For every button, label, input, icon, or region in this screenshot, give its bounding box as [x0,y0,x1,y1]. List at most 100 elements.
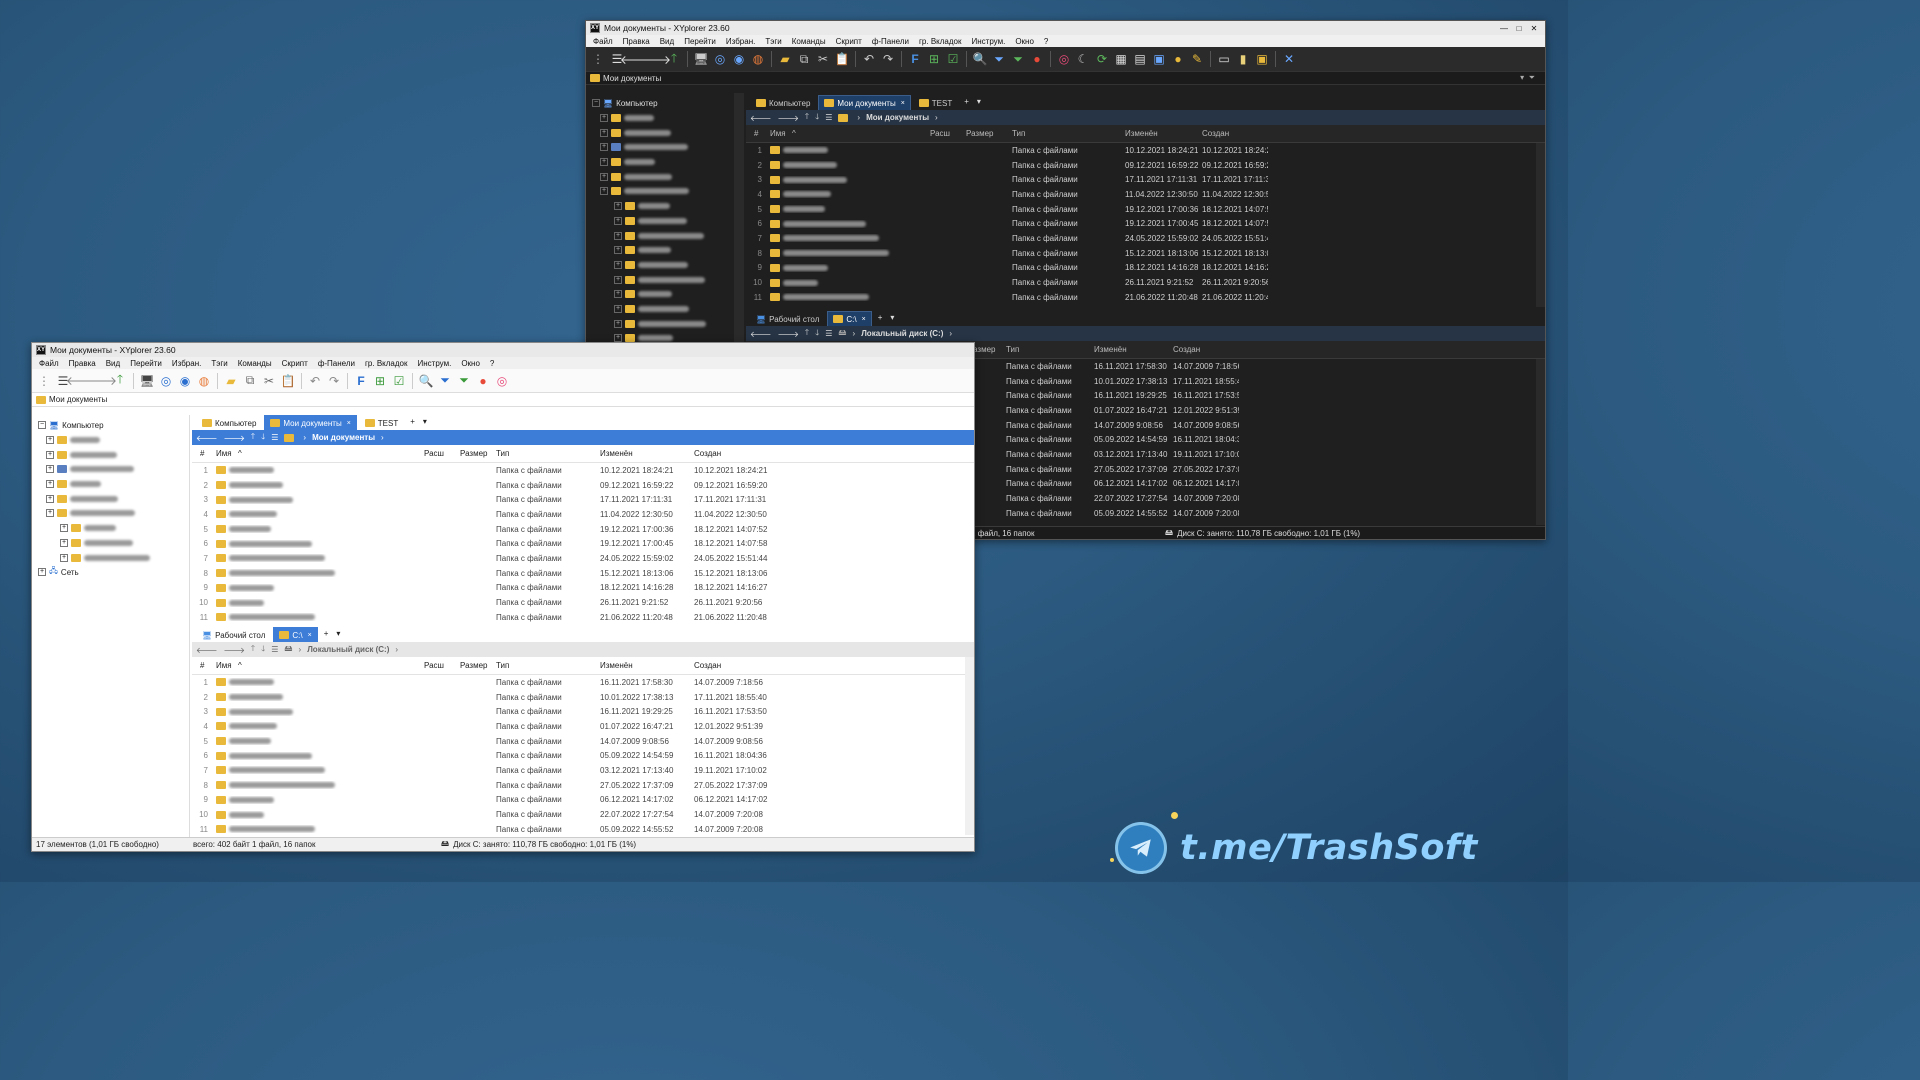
tree-toggle-icon[interactable]: ⊞ [926,51,942,67]
column-type[interactable]: Тип [492,661,596,670]
copy-icon[interactable]: ⧉ [242,373,258,389]
up-icon[interactable]: 🡑 [251,431,255,445]
tree-item[interactable]: + [592,287,742,302]
tree-item[interactable]: + [38,506,189,521]
expand-icon[interactable]: + [614,231,622,240]
expand-icon[interactable]: + [614,246,622,255]
note-icon[interactable]: ▮ [1235,51,1251,67]
checkbox-icon[interactable]: ☑ [945,51,961,67]
tab-item[interactable]: C:\ × [273,627,318,642]
table-row[interactable]: 1 Папка с файлами 10.12.2021 18:24:21 10.12… [192,463,974,478]
tree-item[interactable]: + [592,169,742,184]
tree-item[interactable]: + [38,447,189,462]
tree-item[interactable]: + [38,433,189,448]
breadcrumb-item[interactable]: Локальный диск (C:) [307,645,389,654]
breadcrumb-item[interactable]: Мои документы [866,113,929,122]
tab-item[interactable]: Мои документы × [264,415,357,430]
back-icon[interactable]: 🡐 [750,329,771,339]
up-icon[interactable]: 🡑 [805,327,809,341]
column-created[interactable]: Создан [1198,129,1268,138]
brush-icon[interactable]: ✎ [1189,51,1205,67]
table-row[interactable]: 11 Папка с файлами 21.06.2022 11:20:48 21.0… [746,290,1545,305]
column-num[interactable]: # [746,129,766,138]
find-icon[interactable]: ◉ [177,373,193,389]
menu-item[interactable]: Правка [64,359,101,368]
down-icon[interactable]: 🡓 [815,111,819,125]
file-list[interactable]: 1 Папка с файлами 16.11.2021 17:58:30 14.07… [192,675,974,835]
down-icon[interactable]: 🡓 [261,431,265,445]
menu-item[interactable]: гр. Вкладок [360,359,412,368]
record-icon[interactable]: ◍ [196,373,212,389]
minimize-icon[interactable]: — [1497,23,1511,34]
expand-icon[interactable]: + [600,172,608,181]
expand-icon[interactable]: + [600,158,608,167]
menu-item[interactable]: Избран. [167,359,206,368]
computer-icon[interactable]: 🖥 [693,51,709,67]
tree-item[interactable]: + [592,111,742,126]
column-modified[interactable]: Изменён [596,661,690,670]
tab-item[interactable]: Компьютер [750,95,816,110]
paste-icon[interactable]: 📋 [834,51,850,67]
column-type[interactable]: Тип [1008,129,1121,138]
menu-item[interactable]: Избран. [721,37,760,46]
file-list[interactable]: 1 Папка с файлами 10.12.2021 18:24:21 10.12… [192,463,974,623]
expand-icon[interactable]: + [46,436,54,445]
tree-item-computer[interactable]: − 🖥 Компьютер [592,96,742,111]
table-row[interactable]: 1 Папка с файлами 10.12.2021 18:24:21 10.12… [746,143,1545,158]
tag-icon[interactable]: ● [1029,51,1045,67]
cut-icon[interactable]: ✂ [261,373,277,389]
table-row[interactable]: 11 Папка с файлами 21.06.2022 11:20:48 21.0… [192,610,974,623]
up-icon[interactable]: 🡑 [112,372,128,389]
column-created[interactable]: Создан [1169,345,1239,354]
title-bar[interactable]: XY Мои документы - XYplorer 23.60 [32,343,974,357]
find-icon[interactable]: ◉ [731,51,747,67]
tab-list-icon[interactable]: ▾ [334,629,342,638]
expand-icon[interactable]: + [38,568,46,577]
menu-item[interactable]: ф-Панели [313,359,360,368]
column-size[interactable]: Размер [456,661,492,670]
tree-item[interactable]: + [592,140,742,155]
expand-icon[interactable]: + [614,260,622,269]
tools-icon[interactable]: ✕ [1281,51,1297,67]
table-row[interactable]: 3 Папка с файлами 16.11.2021 19:29:25 16.11… [192,704,974,719]
record-icon[interactable]: ◍ [750,51,766,67]
forward-icon[interactable]: 🡒 [777,329,798,339]
table-row[interactable]: 7 Папка с файлами 24.05.2022 15:59:02 24.05… [192,551,974,566]
tree-item[interactable]: + [592,228,742,243]
table-row[interactable]: 4 Папка с файлами 11.04.2022 12:30:50 11.04… [192,507,974,522]
target-icon[interactable]: ◎ [158,373,174,389]
column-created[interactable]: Создан [690,661,780,670]
table-row[interactable]: 9 Папка с файлами 06.12.2021 14:17:02 06.12… [192,793,974,808]
tab-item[interactable]: TEST [359,415,404,430]
redo-icon[interactable]: ↷ [880,51,896,67]
calendar-icon[interactable]: ▤ [1132,51,1148,67]
column-ext[interactable]: Расш [926,129,962,138]
fpanel-icon[interactable]: F [353,373,369,389]
column-ext[interactable]: Расш [420,449,456,458]
filter-icon[interactable]: ⏷ [991,51,1007,67]
menu-item[interactable]: Команды [233,359,277,368]
preview-icon[interactable]: ▣ [1151,51,1167,67]
close-icon[interactable]: ✕ [1527,23,1541,34]
forward-icon[interactable]: 🡒 [639,51,671,67]
menu-item[interactable]: ? [485,359,499,368]
copy-icon[interactable]: ⧉ [796,51,812,67]
breadcrumb-item[interactable]: Локальный диск (C:) [861,329,943,338]
expand-icon[interactable]: + [614,304,622,313]
expand-icon[interactable]: + [46,494,54,503]
list-icon[interactable]: ☰ [825,113,832,122]
table-row[interactable]: 4 Папка с файлами 11.04.2022 12:30:50 11.04… [746,187,1545,202]
table-row[interactable]: 3 Папка с файлами 17.11.2021 17:11:31 17.11… [746,172,1545,187]
forward-icon[interactable]: 🡒 [85,373,117,389]
menu-item[interactable]: Файл [34,359,64,368]
refresh-icon[interactable]: ⟳ [1094,51,1110,67]
column-name[interactable]: Имя [766,129,916,138]
tab-item[interactable]: TEST [913,95,958,110]
tab-list-icon[interactable]: ▾ [888,313,896,322]
table-row[interactable]: 6 Папка с файлами 19.12.2021 17:00:45 18.12… [192,536,974,551]
undo-icon[interactable]: ↶ [861,51,877,67]
tab-list-icon[interactable]: ▾ [975,97,983,106]
back-icon[interactable]: 🡐 [196,645,217,655]
tree-item[interactable]: + [38,477,189,492]
redo-icon[interactable]: ↷ [326,373,342,389]
